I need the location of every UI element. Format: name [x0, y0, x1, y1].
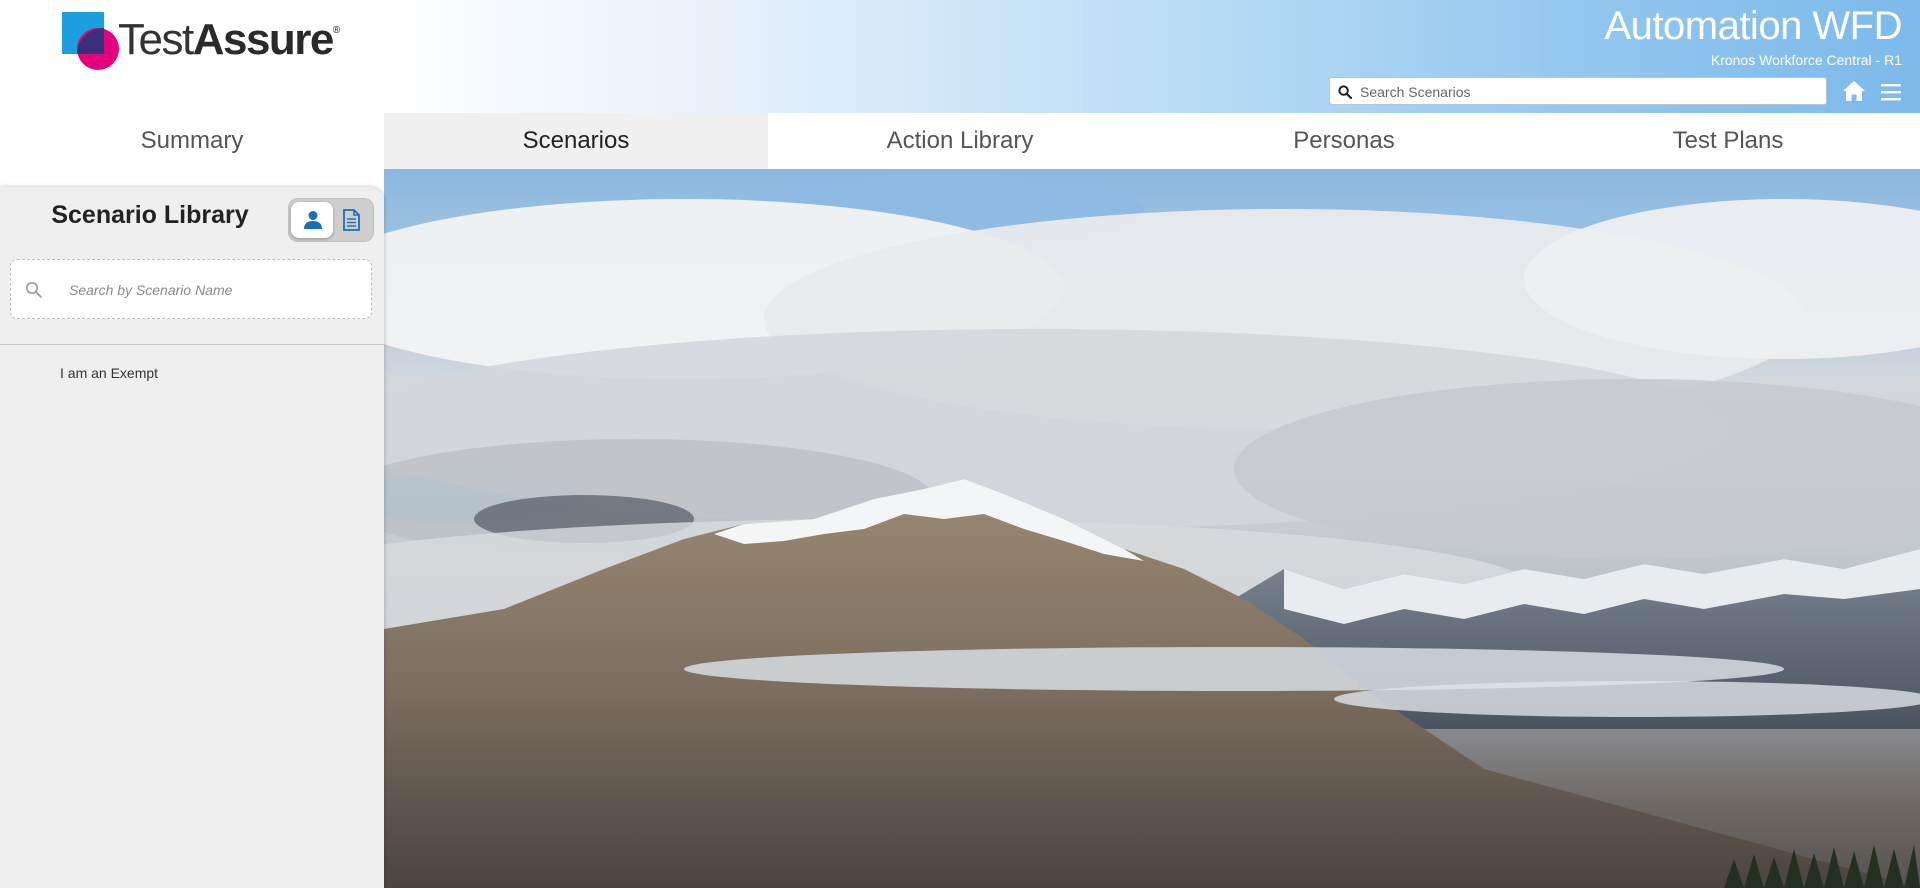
tab-test-plans[interactable]: Test Plans: [1536, 113, 1920, 169]
tab-summary[interactable]: Summary: [0, 113, 384, 169]
app-header: TestAssure® Automation WFD Kronos Workfo…: [0, 0, 1920, 113]
scenario-library-title: Scenario Library: [51, 201, 249, 229]
logo-wordmark: TestAssure®: [118, 18, 340, 62]
persona-view-button[interactable]: [291, 202, 333, 238]
scenario-name-search-box[interactable]: [10, 259, 372, 319]
tab-scenarios[interactable]: Scenarios: [384, 113, 768, 169]
logo-wordmark-bold: Assure: [192, 15, 335, 64]
scenario-search-input[interactable]: [1358, 80, 1822, 104]
tab-personas[interactable]: Personas: [1152, 113, 1536, 169]
scenario-list-item[interactable]: I am an Exempt: [60, 365, 158, 381]
tab-action-library[interactable]: Action Library: [768, 113, 1152, 169]
hamburger-menu-icon[interactable]: [1880, 82, 1902, 102]
sidebar-divider: [0, 344, 384, 345]
logo-wordmark-light: Test: [118, 15, 194, 64]
main-nav: Summary Scenarios Action Library Persona…: [0, 113, 1920, 169]
project-subtitle: Kronos Workforce Central - R1: [1710, 52, 1902, 68]
mountain-landscape-image: [384, 169, 1920, 888]
project-title: Automation WFD: [1604, 4, 1902, 48]
search-icon: [1338, 85, 1352, 99]
search-icon: [26, 282, 42, 298]
landscape-illustration: [384, 174, 1920, 888]
scenario-name-search-input[interactable]: [67, 278, 361, 302]
home-icon[interactable]: [1842, 80, 1866, 102]
document-icon: [343, 209, 360, 231]
logo-registered-mark: ®: [332, 25, 341, 36]
persona-icon: [304, 211, 322, 229]
testassure-logo[interactable]: TestAssure®: [62, 12, 362, 72]
document-view-button[interactable]: [329, 202, 371, 238]
scenario-search-box[interactable]: [1329, 77, 1827, 105]
library-view-toggle[interactable]: [288, 198, 374, 242]
scenario-library-panel: Scenario Library I am an Exempt: [0, 187, 384, 888]
